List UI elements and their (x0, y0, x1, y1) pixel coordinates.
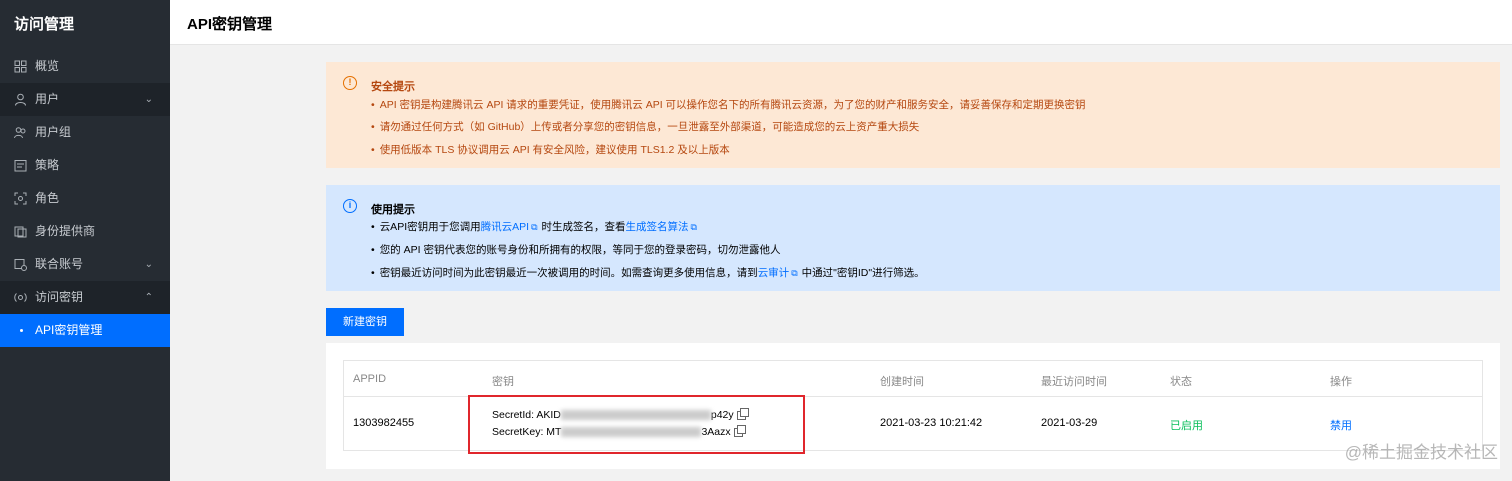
cloud-audit-link[interactable]: 云审计 (758, 267, 790, 279)
user-group-icon (14, 127, 26, 139)
last-access-cell: 2021-03-29 (1041, 417, 1098, 429)
sidebar-item-label: 身份提供商 (35, 224, 96, 238)
disable-key-link[interactable]: 禁用 (1330, 417, 1352, 433)
info-icon: i (343, 199, 357, 213)
external-link-icon: ⧉ (690, 222, 697, 232)
status-badge: 已启用 (1170, 420, 1203, 432)
key-table-card: APPID 密钥 创建时间 最近访问时间 状态 操作 1303982455 Se… (326, 343, 1500, 469)
policy-icon (14, 160, 27, 172)
dot-icon (20, 329, 23, 332)
sidebar-item-access-keys[interactable]: 访问密钥 ⌃ (0, 281, 170, 314)
column-header-appid: APPID (353, 373, 387, 385)
external-link-icon: ⧉ (531, 222, 538, 232)
sidebar-item-overview[interactable]: 概览 (0, 50, 170, 83)
federated-account-icon (14, 259, 27, 271)
watermark: @稀土掘金技术社区 (1344, 443, 1498, 462)
security-alert-line: • 请勿通过任何方式（如 GitHub）上传或者分享您的密钥信息，一旦泄露至外部渠… (371, 121, 920, 133)
usage-alert-line: • 您的 API 密钥代表您的账号身份和所拥有的权限，等同于您的登录密码，切勿泄露… (371, 244, 781, 256)
sidebar-item-api-key-management[interactable]: API密钥管理 (0, 314, 170, 347)
key-table: APPID 密钥 创建时间 最近访问时间 状态 操作 1303982455 Se… (343, 360, 1483, 451)
sidebar-item-policies[interactable]: 策略 (0, 149, 170, 182)
sidebar-item-label: 访问密钥 (35, 290, 84, 304)
key-icon (14, 293, 27, 302)
tencent-cloud-api-link[interactable]: 腾讯云API (481, 221, 529, 233)
chevron-up-icon: ⌃ (144, 292, 153, 303)
signature-algorithm-link[interactable]: 生成签名算法 (626, 221, 689, 233)
column-header-status: 状态 (1170, 376, 1192, 388)
role-icon (14, 192, 27, 205)
secret-id-line: SecretId: AKID p42y (492, 407, 749, 421)
usage-alert-line: • 云API密钥用于您调用腾讯云API ⧉ 时生成签名，查看生成签名算法 ⧉ (371, 221, 697, 233)
page-header: API密钥管理 (170, 0, 1512, 45)
warning-icon: ! (343, 76, 357, 90)
sidebar-item-label: 角色 (35, 191, 60, 205)
column-header-created: 创建时间 (880, 376, 924, 388)
sidebar-item-label: 用户组 (35, 125, 72, 139)
sidebar-item-label: 概览 (35, 59, 60, 73)
grid-icon (14, 60, 27, 73)
copy-icon[interactable] (733, 424, 746, 437)
security-alert-title: 安全提示 (371, 81, 415, 93)
security-alert-line: • 使用低版本 TLS 协议调用云 API 有安全风险，建议使用 TLS1.2 及… (371, 144, 730, 156)
sidebar-item-label: API密钥管理 (35, 323, 103, 337)
security-alert: ! 安全提示 • API 密钥是构建腾讯云 API 请求的重要凭证，使用腾讯云 A… (326, 62, 1500, 168)
column-header-actions: 操作 (1330, 376, 1352, 388)
sidebar-item-users[interactable]: 用户 ⌄ (0, 83, 170, 116)
column-header-last-access: 最近访问时间 (1041, 376, 1107, 388)
sidebar-item-label: 策略 (35, 158, 60, 172)
chevron-down-icon: ⌄ (144, 259, 153, 270)
user-icon (15, 93, 26, 106)
copy-icon[interactable] (736, 407, 749, 420)
page-title: API密钥管理 (187, 16, 273, 33)
identity-provider-icon (14, 226, 27, 238)
sidebar-item-label: 用户 (35, 92, 60, 106)
security-alert-line: • API 密钥是构建腾讯云 API 请求的重要凭证，使用腾讯云 API 可以操作… (371, 99, 1086, 111)
sidebar-item-label: 联合账号 (35, 257, 84, 271)
sidebar-item-identity-providers[interactable]: 身份提供商 (0, 215, 170, 248)
external-link-icon: ⧉ (791, 268, 798, 278)
created-time-cell: 2021-03-23 10:21:42 (880, 417, 983, 429)
appid-cell: 1303982455 (353, 417, 415, 429)
new-key-button[interactable]: 新建密钥 (326, 308, 404, 336)
sidebar: 访问管理 概览 用户 ⌄ 用户组 策略 角色 身份提供商 联合账号 ⌄ 访问密钥… (0, 0, 170, 481)
sidebar-item-user-groups[interactable]: 用户组 (0, 116, 170, 149)
sidebar-title: 访问管理 (14, 16, 75, 33)
sidebar-item-federated-accounts[interactable]: 联合账号 ⌄ (0, 248, 170, 281)
secret-key-line: SecretKey: MT 3Aazx (492, 424, 746, 438)
column-header-key: 密钥 (492, 376, 514, 388)
usage-alert: i 使用提示 • 云API密钥用于您调用腾讯云API ⧉ 时生成签名，查看生成签名算法… (326, 185, 1500, 291)
usage-alert-title: 使用提示 (371, 204, 415, 216)
usage-alert-line: • 密钥最近访问时间为此密钥最近一次被调用的时间。如需查询更多使用信息，请到云审计… (371, 267, 925, 279)
chevron-down-icon: ⌄ (144, 94, 153, 105)
sidebar-item-roles[interactable]: 角色 (0, 182, 170, 215)
table-header: APPID 密钥 创建时间 最近访问时间 状态 操作 (344, 361, 1482, 397)
